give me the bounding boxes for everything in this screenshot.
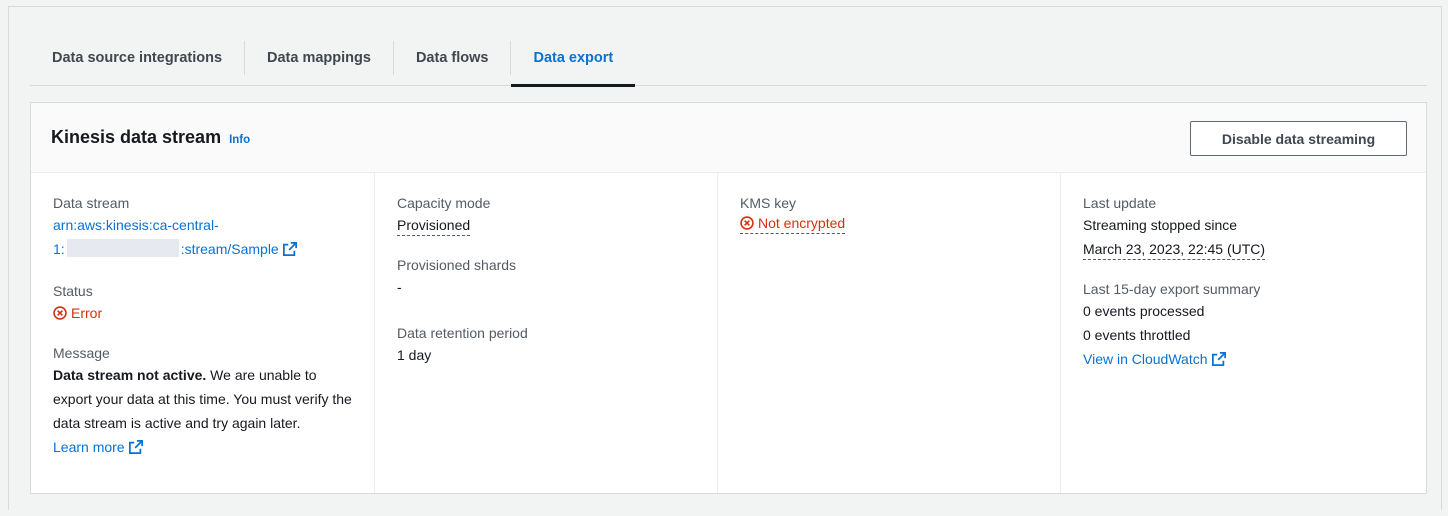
data-retention-label: Data retention period <box>397 325 528 341</box>
external-link-icon <box>282 239 297 263</box>
message-label: Message <box>53 345 110 361</box>
redacted-account-id <box>66 239 179 257</box>
tab-data-mappings[interactable]: Data mappings <box>245 30 393 86</box>
data-stream-arn-link[interactable]: arn:aws:kinesis:ca-central- 1: :stream/Sa… <box>53 213 354 263</box>
column-data-stream: Data stream arn:aws:kinesis:ca-central- … <box>31 173 374 493</box>
last-update-label: Last update <box>1083 195 1157 211</box>
message-bold: Data stream not active. <box>53 367 207 383</box>
column-last-update: Last update Streaming stopped since Marc… <box>1060 173 1403 493</box>
events-throttled: 0 events throttled <box>1083 327 1191 343</box>
last-update-line1: Streaming stopped since <box>1083 217 1238 233</box>
kms-key-text: Not encrypted <box>758 215 846 231</box>
status-label: Status <box>53 283 93 299</box>
external-link-icon <box>1211 349 1226 373</box>
error-status-icon <box>740 216 754 230</box>
arn-line1: arn:aws:kinesis:ca-central- <box>53 217 219 233</box>
provisioned-shards-value: - <box>397 279 402 295</box>
external-link-icon <box>128 437 143 461</box>
provisioned-shards-label: Provisioned shards <box>397 257 517 273</box>
arn-prefix: 1: <box>53 241 65 257</box>
tab-data-flows[interactable]: Data flows <box>394 30 511 86</box>
status-value: Error <box>53 301 102 325</box>
last-update-timestamp[interactable]: March 23, 2023, 22:45 (UTC) <box>1083 239 1266 260</box>
data-stream-label: Data stream <box>53 195 130 211</box>
tab-bar: Data source integrations Data mappings D… <box>30 30 1427 87</box>
error-status-icon <box>53 306 67 320</box>
kinesis-data-stream-panel: Kinesis data stream Info Disable data st… <box>30 102 1427 494</box>
disable-data-streaming-button[interactable]: Disable data streaming <box>1190 121 1407 156</box>
view-in-cloudwatch-link[interactable]: View in CloudWatch <box>1083 347 1383 373</box>
learn-more-link[interactable]: Learn more <box>53 435 354 461</box>
details-columns: Data stream arn:aws:kinesis:ca-central- … <box>31 173 1426 493</box>
capacity-mode-label: Capacity mode <box>397 195 491 211</box>
events-processed: 0 events processed <box>1083 303 1205 319</box>
panel-header: Kinesis data stream Info Disable data st… <box>31 103 1426 173</box>
panel-title: Kinesis data stream <box>51 127 222 147</box>
arn-suffix: :stream/Sample <box>180 241 279 257</box>
capacity-mode-value[interactable]: Provisioned <box>397 215 471 236</box>
info-link[interactable]: Info <box>229 134 250 146</box>
cloudwatch-link-label: View in CloudWatch <box>1083 351 1208 367</box>
column-capacity: Capacity mode Provisioned Provisioned sh… <box>374 173 717 493</box>
kms-key-label: KMS key <box>740 195 797 211</box>
kms-key-value[interactable]: Not encrypted <box>740 213 846 234</box>
tab-data-source-integrations[interactable]: Data source integrations <box>30 30 244 86</box>
status-text: Error <box>71 305 103 321</box>
data-retention-value: 1 day <box>397 347 432 363</box>
message-text: Data stream not active. We are unable to… <box>53 363 354 435</box>
learn-more-label: Learn more <box>53 439 125 455</box>
column-kms: KMS key Not encrypted <box>717 173 1060 493</box>
tab-data-export[interactable]: Data export <box>511 30 636 87</box>
export-summary-label: Last 15-day export summary <box>1083 281 1261 297</box>
